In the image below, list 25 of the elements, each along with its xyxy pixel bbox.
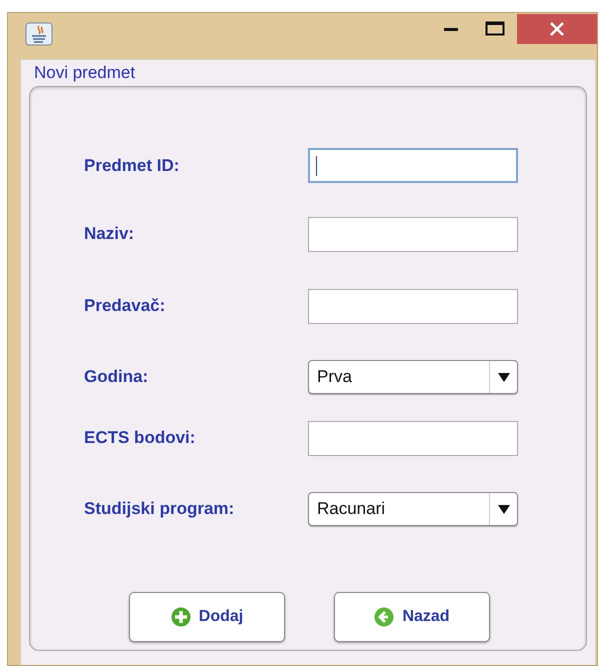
dropdown[interactable]: Racunari [308, 492, 518, 526]
field-label: ECTS bodovi: [84, 427, 196, 449]
close-button[interactable] [517, 14, 597, 44]
input-field[interactable] [308, 216, 518, 252]
field-label: Studijski program: [84, 498, 236, 520]
input-field[interactable] [308, 420, 518, 456]
field-label: Godina: [84, 366, 150, 388]
dropdown-arrow-icon [498, 504, 510, 514]
field-label: Naziv: [84, 223, 136, 245]
minimize-icon [443, 26, 459, 32]
dropdown[interactable]: Prva [308, 360, 518, 394]
add-button[interactable]: Dodaj [129, 592, 285, 642]
maximize-icon [485, 21, 505, 37]
close-icon [549, 21, 565, 37]
input-field[interactable] [308, 288, 518, 324]
panel-title: Novi predmet [33, 62, 136, 84]
dropdown-arrow-icon [498, 372, 510, 382]
input-field[interactable] [308, 148, 518, 183]
field-label: Predmet ID: [84, 154, 180, 176]
text-caret [316, 156, 317, 176]
field-label: Predavač: [84, 295, 166, 317]
arrow-left-icon [374, 607, 394, 627]
java-icon [25, 22, 53, 46]
back-button[interactable]: Nazad [334, 592, 490, 642]
plus-icon [170, 607, 191, 627]
